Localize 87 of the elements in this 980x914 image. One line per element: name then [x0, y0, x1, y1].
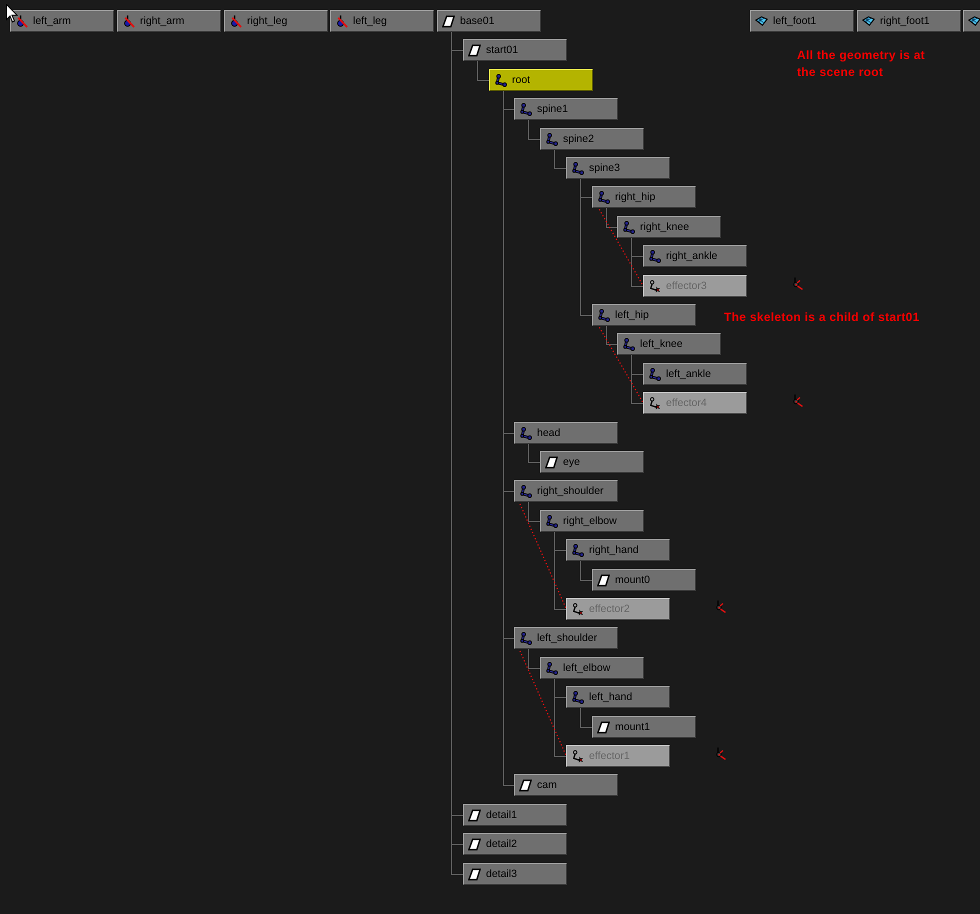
- effector-icon: [648, 396, 661, 410]
- transform-icon: [545, 456, 558, 468]
- ik-handle-icon[interactable]: [793, 277, 803, 290]
- cursor-icon: [6, 4, 18, 23]
- joint-icon: [622, 338, 635, 350]
- joint-node[interactable]: right_elbow: [540, 510, 644, 532]
- joint-node[interactable]: head: [514, 422, 618, 444]
- hierarchy-connector: [528, 648, 540, 669]
- joint-icon: [545, 514, 558, 528]
- joint-icon: [545, 132, 558, 146]
- mesh-node[interactable]: left_foot1: [750, 10, 854, 32]
- joint-icon: [545, 662, 558, 674]
- transform-icon: [519, 778, 532, 792]
- joint-icon: [494, 74, 507, 86]
- hierarchy-connector: [477, 60, 490, 81]
- transform-icon: [468, 838, 481, 850]
- mesh-icon: [968, 14, 980, 28]
- skinned-mesh-icon: [229, 14, 242, 28]
- hierarchy-connector: [580, 708, 592, 728]
- annotation-text: The skeleton is a child of start01: [724, 309, 921, 326]
- effector-icon: [571, 602, 584, 616]
- hierarchy-connector: [606, 208, 618, 228]
- joint-icon: [571, 544, 584, 556]
- joint-node[interactable]: left_shoulder: [514, 627, 618, 649]
- joint-icon: [519, 426, 532, 440]
- effector-icon: [571, 750, 584, 762]
- skinned-mesh-node[interactable]: right_leg: [224, 10, 328, 32]
- skinned-mesh-icon: [122, 14, 135, 28]
- mesh-node[interactable]: right_foot1: [857, 10, 961, 32]
- joint-node[interactable]: spine2: [540, 128, 644, 150]
- transform-node[interactable]: base01: [437, 10, 541, 32]
- transform-icon: [468, 44, 481, 56]
- joint-icon: [648, 368, 661, 380]
- ik-handle-icon[interactable]: [793, 394, 803, 407]
- hierarchy-connector: [606, 326, 618, 345]
- skinned-mesh-icon: [335, 14, 348, 28]
- joint-node[interactable]: left_ankle: [643, 363, 747, 385]
- mesh-node[interactable]: [963, 10, 980, 32]
- joint-node[interactable]: root: [489, 69, 593, 91]
- hierarchy-connector: [528, 502, 540, 522]
- joint-node[interactable]: left_knee: [617, 333, 721, 355]
- joint-node[interactable]: left_hand: [566, 686, 670, 708]
- effector-icon: [648, 280, 661, 292]
- mesh-icon: [755, 14, 768, 28]
- hierarchy-connector: [580, 560, 592, 581]
- transform-icon: [468, 868, 481, 880]
- joint-node[interactable]: left_hip: [592, 304, 696, 326]
- joint-icon: [571, 162, 584, 174]
- hierarchy-connector: [554, 150, 566, 169]
- joint-node[interactable]: right_hip: [592, 186, 696, 208]
- ik-handle-icon[interactable]: [716, 747, 726, 760]
- annotation-text: All the geometry is at the scene root: [797, 47, 926, 81]
- joint-node[interactable]: right_hand: [566, 539, 670, 561]
- hierarchy-connector: [528, 120, 540, 140]
- joint-node[interactable]: right_shoulder: [514, 480, 618, 502]
- joint-icon: [571, 690, 584, 704]
- joint-icon: [519, 102, 532, 116]
- transform-node[interactable]: eye: [540, 451, 644, 473]
- transform-icon: [597, 720, 610, 734]
- joint-icon: [648, 250, 661, 262]
- transform-node[interactable]: detail1: [463, 804, 567, 826]
- joint-icon: [519, 632, 532, 644]
- joint-node[interactable]: spine1: [514, 98, 618, 120]
- joint-node[interactable]: right_knee: [617, 216, 721, 238]
- skinned-mesh-node[interactable]: left_arm: [10, 10, 114, 32]
- transform-node[interactable]: mount1: [592, 716, 696, 738]
- hierarchy-connector: [528, 444, 540, 463]
- joint-node[interactable]: left_elbow: [540, 657, 644, 679]
- transform-icon: [442, 14, 455, 28]
- skinned-mesh-node[interactable]: left_leg: [330, 10, 434, 32]
- joint-node[interactable]: spine3: [566, 157, 670, 179]
- joint-node[interactable]: right_ankle: [643, 245, 747, 267]
- transform-node[interactable]: cam: [514, 774, 618, 796]
- transform-icon: [597, 574, 610, 586]
- transform-node[interactable]: mount0: [592, 569, 696, 591]
- mesh-icon: [862, 14, 875, 28]
- transform-node[interactable]: start01: [463, 39, 567, 61]
- ik-handle-icon[interactable]: [716, 600, 726, 613]
- joint-icon: [519, 484, 532, 498]
- transform-node[interactable]: detail2: [463, 833, 567, 855]
- skinned-mesh-node[interactable]: right_arm: [117, 10, 221, 32]
- transform-node[interactable]: detail3: [463, 863, 567, 885]
- joint-icon: [597, 190, 610, 204]
- joint-icon: [597, 308, 610, 322]
- joint-icon: [622, 220, 635, 234]
- transform-icon: [468, 808, 481, 822]
- skinned-mesh-icon: [15, 14, 28, 28]
